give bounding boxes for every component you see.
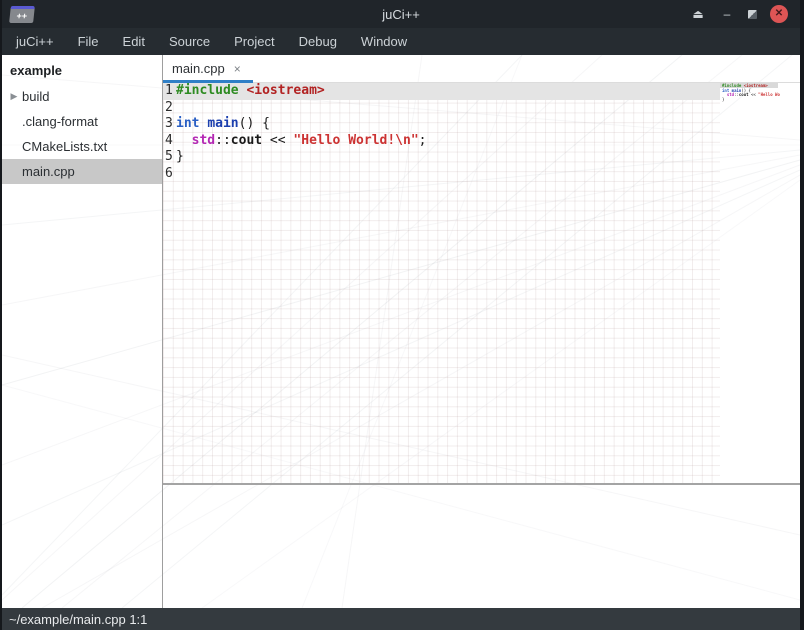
tree-item-label: CMakeLists.txt	[22, 139, 107, 154]
app-logo-icon: ++	[9, 6, 35, 23]
titlebar: ++ juCi++ ⏏– ✕	[2, 0, 800, 28]
tree-item-clang-format[interactable]: .clang-format	[2, 109, 162, 134]
tabbar: main.cpp ×	[163, 55, 800, 83]
line-number: 5	[163, 149, 176, 166]
code-line: 2	[163, 100, 736, 117]
menu-item-edit[interactable]: Edit	[111, 29, 157, 54]
status-file-path: ~/example/main.cpp 1:1	[9, 612, 147, 627]
code-line: 3int main() {	[163, 116, 736, 133]
tab-label: main.cpp	[172, 61, 225, 76]
window-title: juCi++	[2, 7, 800, 22]
tab-close-icon[interactable]: ×	[234, 63, 241, 75]
menubar: juCi++FileEditSourceProjectDebugWindow	[2, 28, 800, 55]
line-number: 4	[163, 133, 176, 150]
tree-item-main-cpp[interactable]: main.cpp	[2, 159, 162, 184]
shade-button[interactable]: ⏏	[690, 6, 706, 22]
tab-main-cpp[interactable]: main.cpp ×	[163, 61, 253, 82]
main-column: main.cpp × 1#include <iostream>23int mai…	[163, 55, 800, 608]
line-number: 3	[163, 116, 176, 133]
menu-item-debug[interactable]: Debug	[287, 29, 349, 54]
juci-window: ++ juCi++ ⏏–✕ juCi++FileEditSourceProjec…	[0, 0, 804, 630]
code-editor[interactable]: 1#include <iostream>23int main() {4 std:…	[163, 83, 800, 483]
file-tree: ▶build .clang-format CMakeLists.txt main.cp…	[2, 84, 162, 184]
tree-item-label: main.cpp	[22, 164, 75, 179]
menu-item-juci[interactable]: juCi++	[4, 29, 66, 54]
content-area: example ▶build .clang-format CMakeLists.tx…	[2, 55, 800, 608]
close-button[interactable]: ✕	[770, 5, 788, 23]
code-line: 6	[163, 166, 736, 183]
menu-item-project[interactable]: Project	[222, 29, 286, 54]
code-lines: 1#include <iostream>23int main() {4 std:…	[163, 83, 736, 183]
statusbar: ~/example/main.cpp 1:1	[2, 608, 800, 630]
code-line: 4 std::cout << "Hello World!\n";	[163, 133, 736, 150]
project-name: example	[2, 60, 162, 84]
menu-item-window[interactable]: Window	[349, 29, 419, 54]
tree-item-cmakelists-txt[interactable]: CMakeLists.txt	[2, 134, 162, 159]
line-number: 6	[163, 166, 176, 183]
minimap-lines: #include <iostream>int main() { std::cou…	[720, 83, 780, 103]
tree-item-build[interactable]: ▶build	[2, 84, 162, 109]
line-number: 2	[163, 100, 176, 117]
tree-item-label: build	[22, 89, 49, 104]
window-controls: ⏏– ✕	[690, 5, 800, 23]
code-line: 5}	[163, 149, 736, 166]
minimap[interactable]: #include <iostream>int main() { std::cou…	[720, 83, 780, 143]
expander-icon[interactable]: ▶	[6, 91, 22, 102]
file-tree-sidebar: example ▶build .clang-format CMakeLists.tx…	[2, 55, 163, 608]
menu-item-file[interactable]: File	[66, 29, 111, 54]
terminal-panel[interactable]	[163, 485, 800, 608]
minimize-button[interactable]: –	[719, 6, 735, 22]
line-number: 1	[163, 83, 176, 100]
tree-item-label: .clang-format	[22, 114, 98, 129]
code-line: 1#include <iostream>	[163, 83, 736, 100]
menu-item-source[interactable]: Source	[157, 29, 222, 54]
restore-button[interactable]	[748, 10, 757, 19]
